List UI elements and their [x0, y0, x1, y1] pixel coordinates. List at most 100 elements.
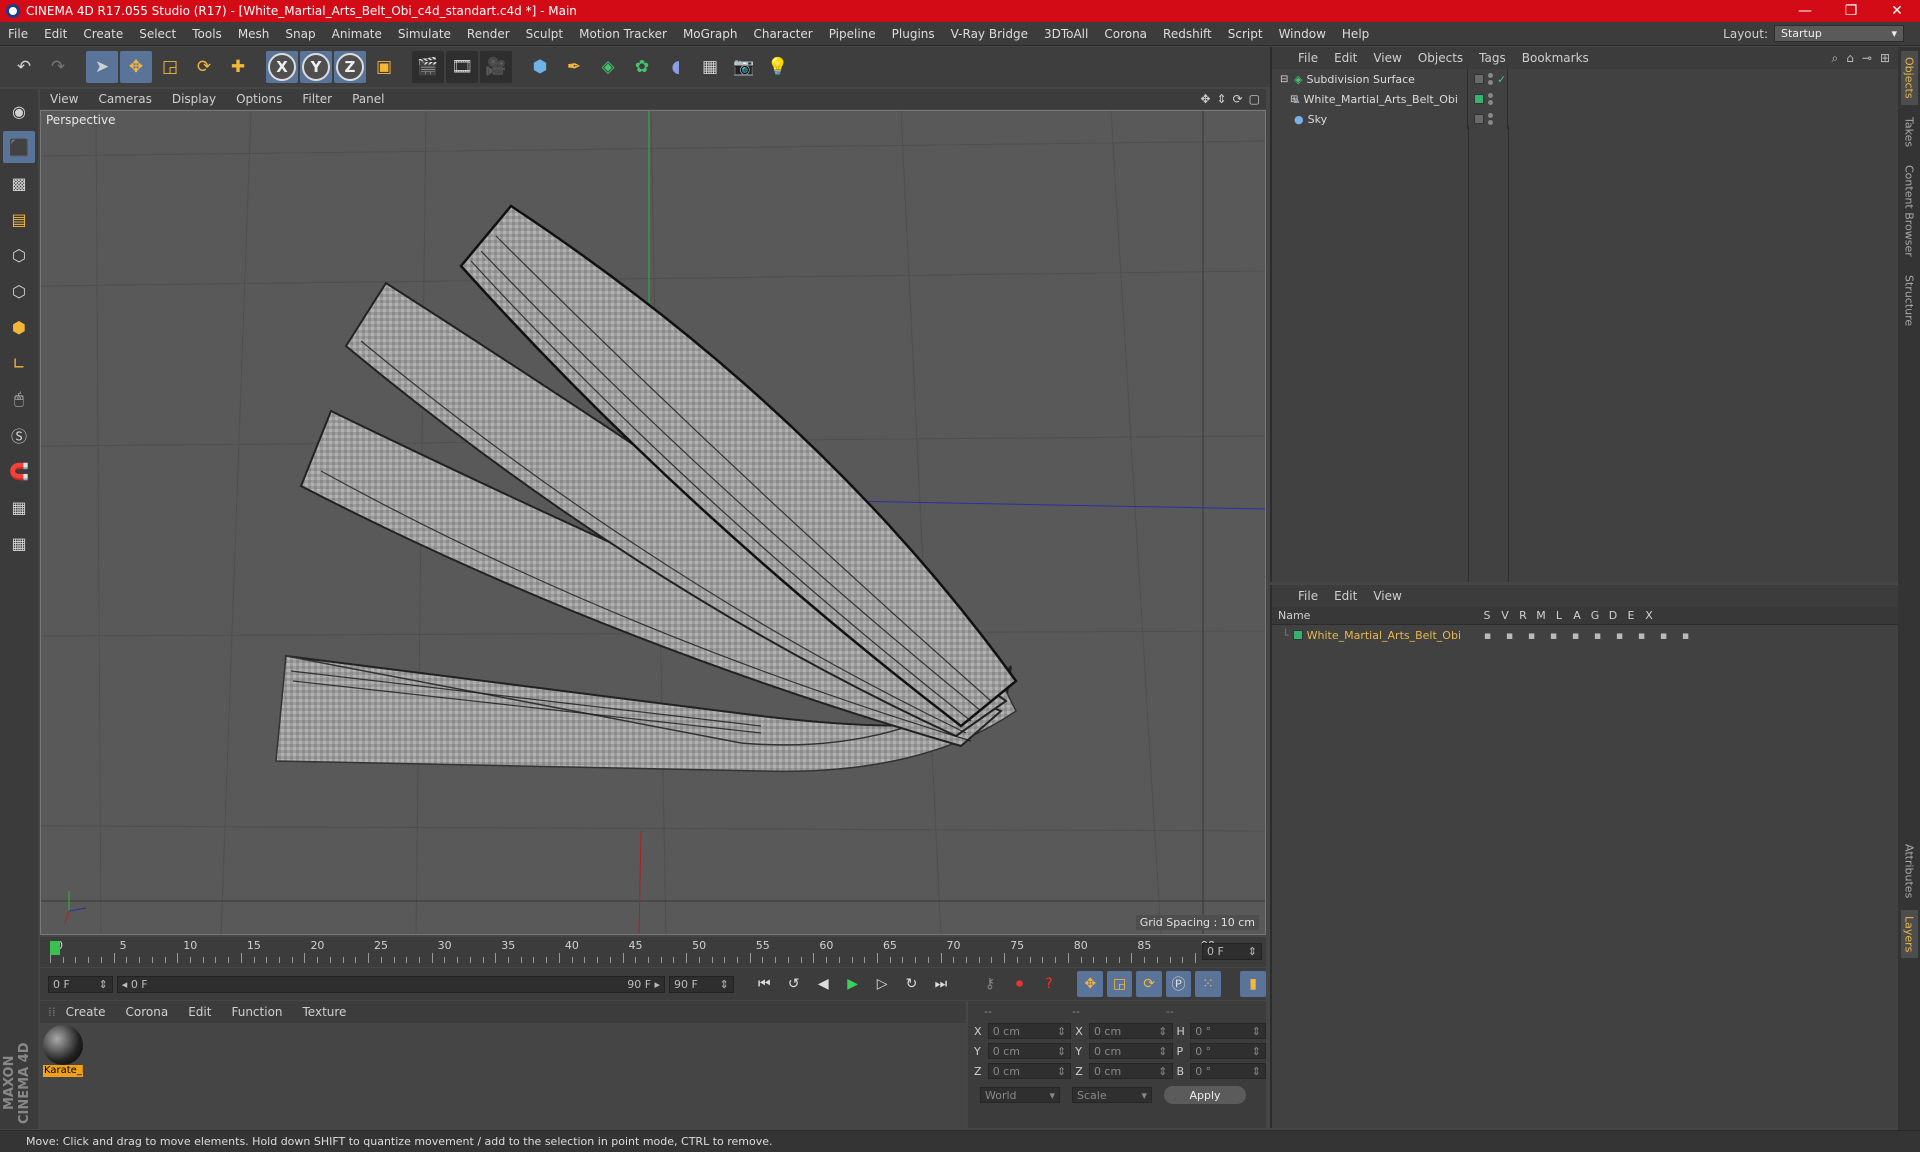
visibility-dots[interactable]: [1488, 113, 1493, 125]
menu-snap[interactable]: Snap: [277, 27, 323, 41]
y-axis-lock-button[interactable]: Y: [300, 51, 332, 83]
side-tab-content-browser[interactable]: Content Browser: [1901, 159, 1918, 263]
planar-workplane-button[interactable]: ▦: [3, 527, 35, 559]
lock-icon[interactable]: ▪: [1567, 629, 1585, 642]
viewport-menu-display[interactable]: Display: [162, 92, 226, 106]
redo-button[interactable]: ↷: [42, 51, 74, 83]
key-scale-button[interactable]: ◲: [1106, 971, 1133, 997]
menu-plugins[interactable]: Plugins: [884, 27, 943, 41]
menu-motion-tracker[interactable]: Motion Tracker: [571, 27, 675, 41]
menu-pipeline[interactable]: Pipeline: [821, 27, 884, 41]
render-icon[interactable]: ▪: [1523, 629, 1541, 642]
playhead[interactable]: [50, 941, 60, 955]
menu-mograph[interactable]: MoGraph: [675, 27, 746, 41]
material-menu-edit[interactable]: Edit: [178, 1005, 221, 1019]
snap-button[interactable]: 🧲: [3, 455, 35, 487]
render-view-button[interactable]: 🎬: [412, 51, 444, 83]
key-rotation-button[interactable]: ⟳: [1136, 971, 1162, 997]
coord-position-field[interactable]: 0 cm ⇕: [987, 1023, 1072, 1039]
viewport-menu-view[interactable]: View: [40, 92, 88, 106]
layer-menu-view[interactable]: View: [1365, 589, 1409, 603]
coord-rotation-field[interactable]: 0 ° ⇕: [1190, 1063, 1267, 1079]
editor-visibility-dot[interactable]: [1488, 93, 1493, 98]
solo-dot-icon[interactable]: ▪: [1479, 629, 1497, 642]
coord-size-field[interactable]: 0 cm ⇕: [1088, 1023, 1173, 1039]
maximize-button[interactable]: ❐: [1828, 3, 1874, 19]
editor-visibility-dot[interactable]: [1488, 113, 1493, 118]
x-axis-lock-button[interactable]: X: [266, 51, 298, 83]
new-window-icon[interactable]: ⊞: [1880, 51, 1890, 66]
side-tab-structure[interactable]: Structure: [1901, 269, 1918, 332]
go-to-start-button[interactable]: ⏮: [752, 971, 777, 997]
xref-icon[interactable]: ▪: [1677, 629, 1695, 642]
object-row[interactable]: ● Sky: [1272, 109, 1898, 129]
minimize-button[interactable]: —: [1782, 3, 1828, 19]
side-tab-layers[interactable]: Layers: [1900, 910, 1918, 959]
menu-redshift[interactable]: Redshift: [1155, 27, 1220, 41]
start-frame-field[interactable]: 0 F ⇕: [48, 975, 113, 993]
menu-edit[interactable]: Edit: [36, 27, 75, 41]
object-menu-bookmarks[interactable]: Bookmarks: [1514, 51, 1597, 65]
menu-tools[interactable]: Tools: [184, 27, 230, 41]
edit-render-settings-button[interactable]: 🎥: [480, 51, 512, 83]
layer-menu-file[interactable]: File: [1290, 589, 1326, 603]
generators-icon[interactable]: ▪: [1611, 629, 1629, 642]
autokey-button[interactable]: ⏺: [1007, 971, 1032, 997]
object-row[interactable]: ⊟ ◈ Subdivision Surface ✓: [1272, 69, 1898, 89]
manager-icon[interactable]: ▪: [1545, 629, 1563, 642]
tree-expander-icon[interactable]: ⊟: [1280, 74, 1290, 85]
layer-row[interactable]: └ White_Martial_Arts_Belt_Obi ▪ ▪ ▪ ▪ ▪ ▪ ▪ ▪ ▪ ▪: [1272, 625, 1898, 645]
layout-dropdown[interactable]: Startup ▾: [1774, 25, 1904, 42]
object-menu-objects[interactable]: Objects: [1410, 51, 1471, 65]
viewport-menu-filter[interactable]: Filter: [292, 92, 342, 106]
layer-name[interactable]: White_Martial_Arts_Belt_Obi: [1307, 629, 1475, 642]
orbit-icon[interactable]: ⟳: [1233, 92, 1243, 106]
enabled-check-icon[interactable]: ✓: [1497, 73, 1506, 86]
go-to-end-button[interactable]: ⏭: [928, 971, 953, 997]
undo-button[interactable]: ↶: [8, 51, 40, 83]
workplane-mode-button[interactable]: ▤: [3, 203, 35, 235]
add-mograph-button[interactable]: ✿: [626, 51, 658, 83]
animation-icon[interactable]: ▪: [1589, 629, 1607, 642]
add-subdivision-button[interactable]: ◈: [592, 51, 624, 83]
visibility-dots[interactable]: [1488, 73, 1493, 85]
layer-menu-edit[interactable]: Edit: [1326, 589, 1365, 603]
render-visibility-dot[interactable]: [1488, 80, 1493, 85]
menu-file[interactable]: File: [0, 27, 36, 41]
key-pla-button[interactable]: ⁙: [1195, 971, 1221, 997]
add-spline-pen-button[interactable]: ✒: [558, 51, 590, 83]
material-menu-texture[interactable]: Texture: [293, 1005, 357, 1019]
expressions-icon[interactable]: ▪: [1655, 629, 1673, 642]
deformers-icon[interactable]: ▪: [1633, 629, 1651, 642]
coord-rotation-field[interactable]: 0 ° ⇕: [1190, 1043, 1267, 1059]
viewport-menu-options[interactable]: Options: [226, 92, 292, 106]
search-icon[interactable]: ⌕: [1832, 51, 1839, 66]
side-tab-attributes[interactable]: Attributes: [1901, 838, 1918, 904]
menu-window[interactable]: Window: [1271, 27, 1334, 41]
add-deformer-button[interactable]: ◖: [660, 51, 692, 83]
viewport-menu-panel[interactable]: Panel: [342, 92, 394, 106]
material-menu-create[interactable]: Create: [56, 1005, 116, 1019]
texture-mode-button[interactable]: ▩: [3, 167, 35, 199]
material-swatch[interactable]: Karate_E: [43, 1025, 83, 1077]
apply-button[interactable]: Apply: [1164, 1086, 1246, 1104]
axis-mode-button[interactable]: ∟: [3, 347, 35, 379]
object-menu-tags[interactable]: Tags: [1471, 51, 1514, 65]
menu-script[interactable]: Script: [1220, 27, 1271, 41]
close-button[interactable]: ✕: [1874, 3, 1920, 19]
object-row[interactable]: ⊞ ▵ White_Martial_Arts_Belt_Obi: [1272, 89, 1898, 109]
model-mode-button[interactable]: ⬛: [3, 131, 35, 163]
coord-size-field[interactable]: 0 cm ⇕: [1088, 1063, 1173, 1079]
perspective-viewport[interactable]: Perspective Grid Spacing : 10 cm: [40, 110, 1266, 935]
menu-3dtoall[interactable]: 3DToAll: [1036, 27, 1096, 41]
link-icon[interactable]: ⊸: [1862, 51, 1872, 66]
coord-size-field[interactable]: 0 cm ⇕: [1088, 1043, 1173, 1059]
frame-range-slider[interactable]: ◂ 0 F 90 F ▸: [116, 975, 666, 993]
size-mode-dropdown[interactable]: Scale ▾: [1072, 1087, 1152, 1103]
menu-v-ray-bridge[interactable]: V-Ray Bridge: [943, 27, 1036, 41]
workplane-lock-button[interactable]: ▦: [3, 491, 35, 523]
object-menu-edit[interactable]: Edit: [1326, 51, 1365, 65]
layer-color-swatch[interactable]: [1292, 630, 1303, 640]
object-menu-view[interactable]: View: [1365, 51, 1409, 65]
previous-frame-button[interactable]: ◀: [811, 971, 836, 997]
